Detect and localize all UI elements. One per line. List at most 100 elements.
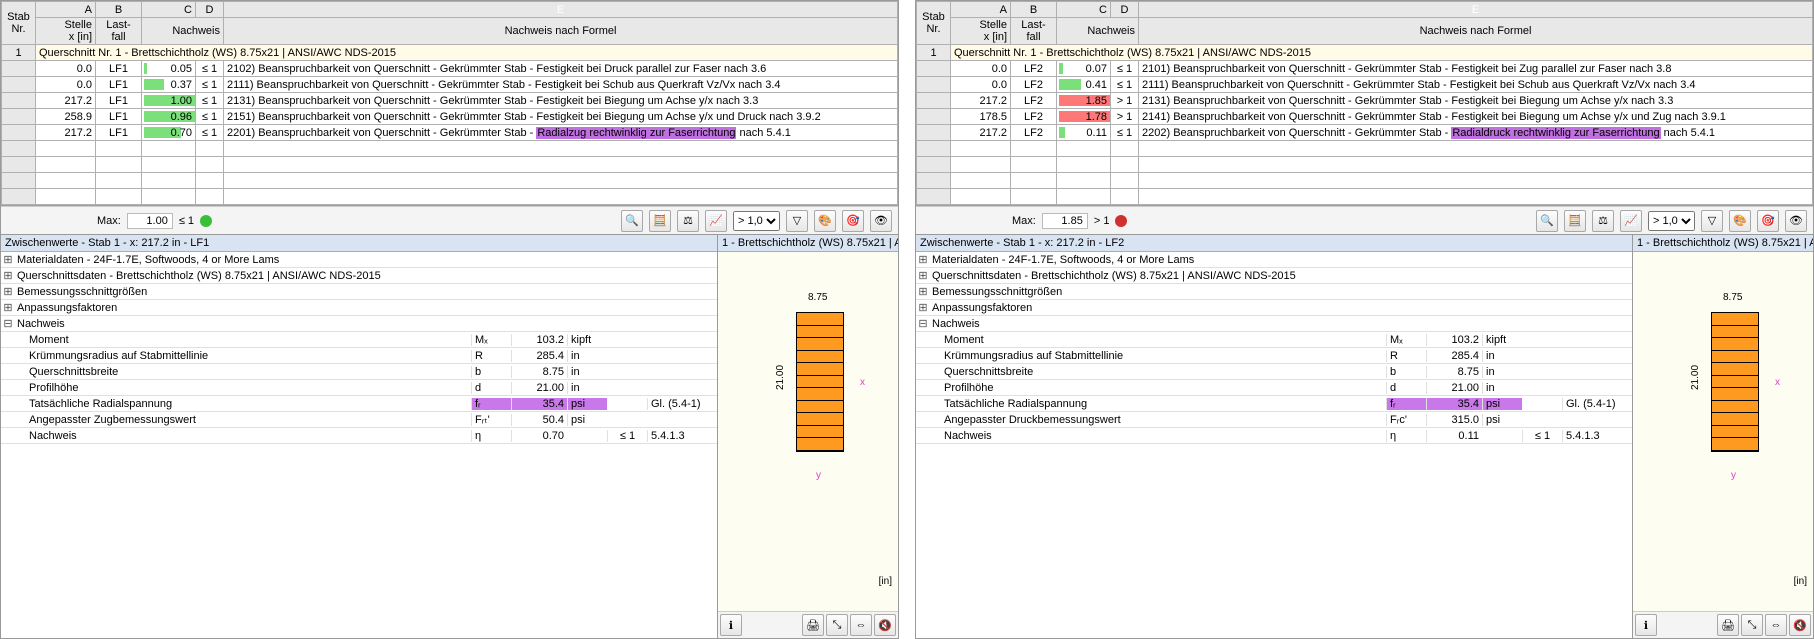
- eye-icon[interactable]: 👁: [870, 210, 892, 232]
- col-header-E[interactable]: E: [1139, 2, 1813, 18]
- threshold-combo[interactable]: > 1,0: [1648, 211, 1695, 231]
- stab-number[interactable]: 1: [917, 45, 951, 61]
- expand-toggle[interactable]: ⊟: [916, 317, 930, 330]
- filter-icon[interactable]: 🔍: [621, 210, 643, 232]
- col-header-A[interactable]: A: [951, 2, 1011, 18]
- sort-icon[interactable]: 🧮: [649, 210, 671, 232]
- stab-number[interactable]: 1: [2, 45, 36, 61]
- value-row[interactable]: Tatsächliche Radialspannungfᵣ35.4psiGl. …: [916, 396, 1632, 412]
- filter-icon[interactable]: 🔍: [1536, 210, 1558, 232]
- max-value: 1.00: [127, 213, 173, 229]
- col-header-A[interactable]: A: [36, 2, 96, 18]
- section-row[interactable]: Querschnitt Nr. 1 - Brettschichtholz (WS…: [36, 45, 898, 61]
- value-row[interactable]: Profilhöhed21.00in: [1, 380, 717, 396]
- preview-canvas[interactable]: 8.7521.00xy[in]: [1633, 252, 1813, 611]
- axis-x-label: x: [1775, 377, 1780, 388]
- result-row[interactable]: 0.0LF20.41≤ 12111) Beanspruchbarkeit von…: [917, 77, 1813, 93]
- tree-node[interactable]: ⊞Anpassungsfaktoren: [1, 300, 717, 316]
- mute-icon[interactable]: 🔇: [874, 614, 896, 636]
- result-row[interactable]: 0.0LF20.07≤ 12101) Beanspruchbarkeit von…: [917, 61, 1813, 77]
- axes-icon[interactable]: ⤡: [1741, 614, 1763, 636]
- expand-toggle[interactable]: ⊞: [916, 301, 930, 314]
- result-row[interactable]: 217.2LF20.11≤ 12202) Beanspruchbarkeit v…: [917, 125, 1813, 141]
- tree-node[interactable]: ⊟Nachweis: [916, 316, 1632, 332]
- value-row[interactable]: Krümmungsradius auf StabmittellinieR285.…: [1, 348, 717, 364]
- info-icon[interactable]: ℹ: [720, 614, 742, 636]
- details-area: Zwischenwerte - Stab 1 - x: 217.2 in - L…: [916, 234, 1813, 638]
- value-row[interactable]: Angepasster DruckbemessungswertFᵣc'315.0…: [916, 412, 1632, 428]
- tree-node[interactable]: ⊞Anpassungsfaktoren: [916, 300, 1632, 316]
- section-preview: 1 - Brettschichtholz (WS) 8.75x21 | ANSI…: [718, 235, 898, 638]
- chart-icon[interactable]: 📈: [1620, 210, 1642, 232]
- value-row[interactable]: Krümmungsradius auf StabmittellinieR285.…: [916, 348, 1632, 364]
- dim-icon[interactable]: ⇔: [1765, 614, 1787, 636]
- tree-node[interactable]: ⊞Querschnittsdaten - Brettschichtholz (W…: [1, 268, 717, 284]
- target-icon[interactable]: 🎯: [1757, 210, 1779, 232]
- preview-title: 1 - Brettschichtholz (WS) 8.75x21 | ANSI…: [1633, 235, 1813, 252]
- value-row[interactable]: Tatsächliche Radialspannungfᵣ35.4psiGl. …: [1, 396, 717, 412]
- value-row[interactable]: Querschnittsbreiteb8.75in: [1, 364, 717, 380]
- funnel-icon[interactable]: ▽: [1701, 210, 1723, 232]
- max-toolbar: Max:1.85> 1🔍🧮⚖📈> 1,0▽🎨🎯👁: [916, 206, 1813, 234]
- result-row[interactable]: 178.5LF21.78> 12141) Beanspruchbarkeit v…: [917, 109, 1813, 125]
- axes-icon[interactable]: ⤡: [826, 614, 848, 636]
- col-header-B[interactable]: B: [1011, 2, 1057, 18]
- expand-toggle[interactable]: ⊟: [1, 317, 15, 330]
- result-row[interactable]: 217.2LF21.85> 12131) Beanspruchbarkeit v…: [917, 93, 1813, 109]
- intermediate-values: Zwischenwerte - Stab 1 - x: 217.2 in - L…: [916, 235, 1633, 638]
- max-relation: ≤ 1: [179, 215, 194, 227]
- print-icon[interactable]: 🖨: [1717, 614, 1739, 636]
- col-header-C[interactable]: C: [142, 2, 196, 18]
- result-row[interactable]: 217.2LF10.70≤ 12201) Beanspruchbarkeit v…: [2, 125, 898, 141]
- tree-node[interactable]: ⊞Materialdaten - 24F-1.7E, Softwoods, 4 …: [916, 252, 1632, 268]
- result-row[interactable]: 217.2LF11.00≤ 12131) Beanspruchbarkeit v…: [2, 93, 898, 109]
- value-row[interactable]: Angepasster ZugbemessungswertFᵣₜ'50.4psi: [1, 412, 717, 428]
- tree-node[interactable]: ⊟Nachweis: [1, 316, 717, 332]
- chart-icon[interactable]: 📈: [705, 210, 727, 232]
- expand-toggle[interactable]: ⊞: [1, 253, 15, 266]
- expand-toggle[interactable]: ⊞: [1, 269, 15, 282]
- results-grid[interactable]: StabNr.ABCDEStellex [in]Last-fallNachwei…: [1, 1, 898, 206]
- result-row[interactable]: 258.9LF10.96≤ 12151) Beanspruchbarkeit v…: [2, 109, 898, 125]
- value-row[interactable]: MomentMₓ103.2kipft: [1, 332, 717, 348]
- col-header-B[interactable]: B: [96, 2, 142, 18]
- col-header-D[interactable]: D: [196, 2, 224, 18]
- palette-icon[interactable]: 🎨: [814, 210, 836, 232]
- print-icon[interactable]: 🖨: [802, 614, 824, 636]
- value-row[interactable]: Nachweisη0.11≤ 15.4.1.3: [916, 428, 1632, 444]
- info-icon[interactable]: ℹ: [1635, 614, 1657, 636]
- relation-icon[interactable]: ⚖: [677, 210, 699, 232]
- mute-icon[interactable]: 🔇: [1789, 614, 1811, 636]
- col-header-C[interactable]: C: [1057, 2, 1111, 18]
- value-row[interactable]: Nachweisη0.70≤ 15.4.1.3: [1, 428, 717, 444]
- dim-icon[interactable]: ⇔: [850, 614, 872, 636]
- tree-node[interactable]: ⊞Materialdaten - 24F-1.7E, Softwoods, 4 …: [1, 252, 717, 268]
- tree-node[interactable]: ⊞Bemessungsschnittgrößen: [916, 284, 1632, 300]
- value-row[interactable]: Profilhöhed21.00in: [916, 380, 1632, 396]
- value-row[interactable]: MomentMₓ103.2kipft: [916, 332, 1632, 348]
- tree-node[interactable]: ⊞Bemessungsschnittgrößen: [1, 284, 717, 300]
- palette-icon[interactable]: 🎨: [1729, 210, 1751, 232]
- expand-toggle[interactable]: ⊞: [1, 285, 15, 298]
- expand-toggle[interactable]: ⊞: [916, 285, 930, 298]
- result-row[interactable]: 0.0LF10.05≤ 12102) Beanspruchbarkeit von…: [2, 61, 898, 77]
- expand-toggle[interactable]: ⊞: [1, 301, 15, 314]
- col-header-D[interactable]: D: [1111, 2, 1139, 18]
- dim-height: 21.00: [1690, 365, 1701, 390]
- tree-node[interactable]: ⊞Querschnittsdaten - Brettschichtholz (W…: [916, 268, 1632, 284]
- result-row[interactable]: 0.0LF10.37≤ 12111) Beanspruchbarkeit von…: [2, 77, 898, 93]
- threshold-combo[interactable]: > 1,0: [733, 211, 780, 231]
- relation-icon[interactable]: ⚖: [1592, 210, 1614, 232]
- section-row[interactable]: Querschnitt Nr. 1 - Brettschichtholz (WS…: [951, 45, 1813, 61]
- target-icon[interactable]: 🎯: [842, 210, 864, 232]
- results-grid[interactable]: StabNr.ABCDEStellex [in]Last-fallNachwei…: [916, 1, 1813, 206]
- expand-toggle[interactable]: ⊞: [916, 253, 930, 266]
- col-header-E[interactable]: E: [224, 2, 898, 18]
- eye-icon[interactable]: 👁: [1785, 210, 1807, 232]
- value-row[interactable]: Querschnittsbreiteb8.75in: [916, 364, 1632, 380]
- sort-icon[interactable]: 🧮: [1564, 210, 1586, 232]
- expand-toggle[interactable]: ⊞: [916, 269, 930, 282]
- funnel-icon[interactable]: ▽: [786, 210, 808, 232]
- details-area: Zwischenwerte - Stab 1 - x: 217.2 in - L…: [1, 234, 898, 638]
- preview-canvas[interactable]: 8.7521.00xy[in]: [718, 252, 898, 611]
